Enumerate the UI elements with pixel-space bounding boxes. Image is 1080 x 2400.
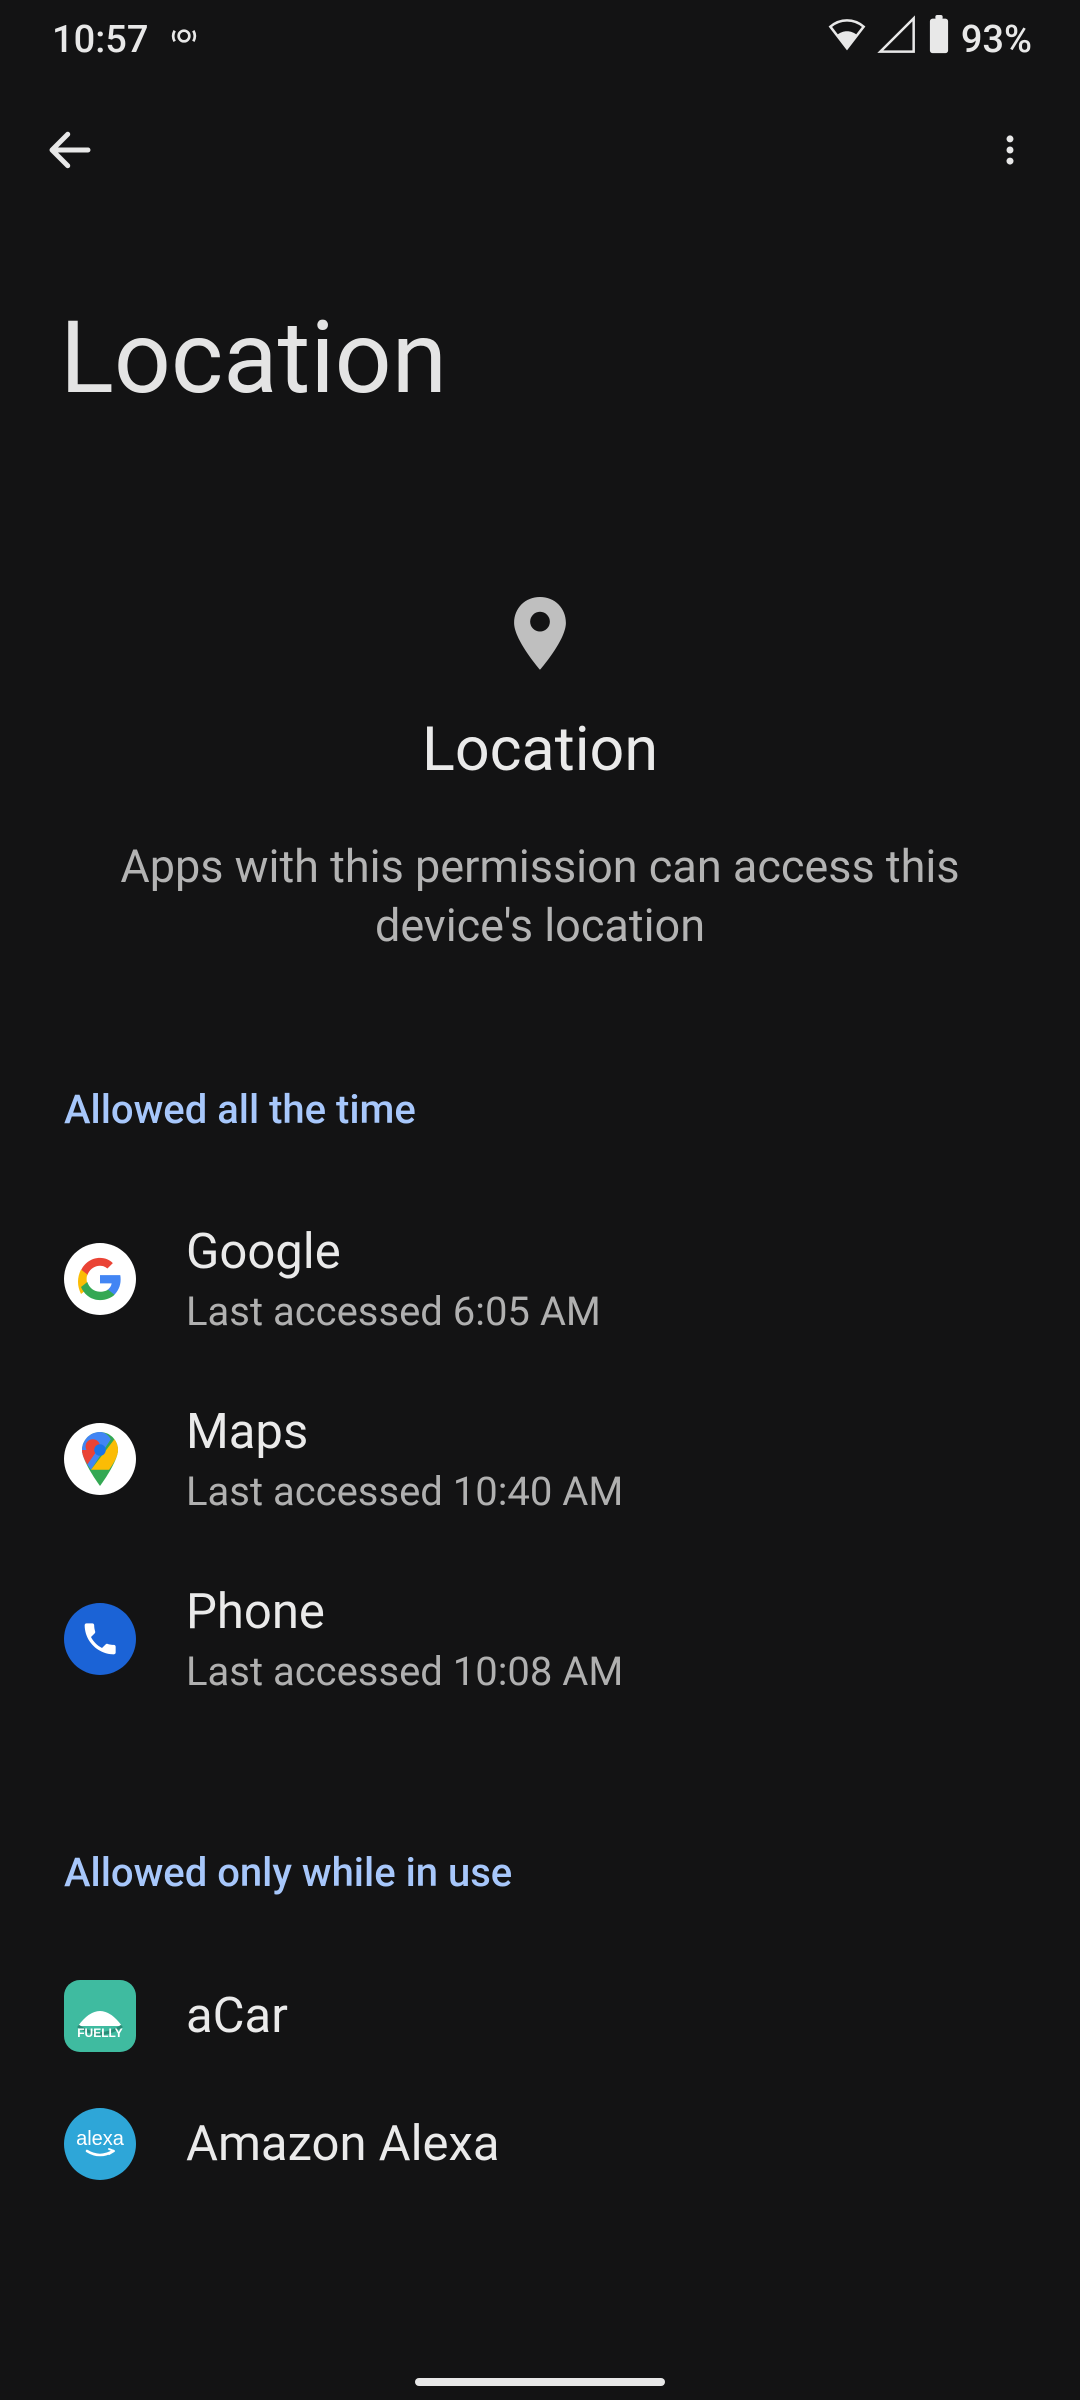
section-allowed-all: Allowed all the time	[0, 1086, 1080, 1133]
maps-app-icon	[64, 1423, 136, 1495]
signal-icon	[877, 15, 917, 65]
battery-icon	[927, 15, 951, 65]
app-sub-label: Last accessed 6:05 AM	[186, 1288, 601, 1335]
app-text: Amazon Alexa	[186, 2115, 500, 2172]
allowed-all-list: Google Last accessed 6:05 AM Maps Last a…	[0, 1189, 1080, 1729]
location-pin-icon	[510, 597, 570, 675]
app-row-maps[interactable]: Maps Last accessed 10:40 AM	[0, 1369, 1080, 1549]
app-name-label: aCar	[186, 1987, 288, 2044]
hero-description: Apps with this permission can access thi…	[80, 837, 1000, 956]
google-app-icon	[64, 1243, 136, 1315]
status-battery-pct: 93%	[961, 18, 1032, 62]
arrow-back-icon	[43, 123, 97, 177]
app-text: Google Last accessed 6:05 AM	[186, 1223, 601, 1335]
cast-icon	[168, 18, 200, 62]
app-name-label: Phone	[186, 1583, 623, 1640]
svg-text:FUELLY: FUELLY	[77, 2026, 123, 2040]
app-text: aCar	[186, 1987, 288, 2044]
app-row-google[interactable]: Google Last accessed 6:05 AM	[0, 1189, 1080, 1369]
back-button[interactable]	[40, 120, 100, 180]
app-sub-label: Last accessed 10:08 AM	[186, 1648, 623, 1695]
page-title: Location	[0, 80, 1080, 417]
app-sub-label: Last accessed 10:40 AM	[186, 1468, 623, 1515]
more-vert-icon	[991, 126, 1029, 174]
hero-title: Location	[422, 713, 658, 785]
app-row-alexa[interactable]: alexa Amazon Alexa	[0, 2080, 1080, 2208]
fuelly-app-icon: FUELLY	[64, 1980, 136, 2052]
wifi-icon	[827, 15, 867, 65]
phone-app-icon	[64, 1603, 136, 1675]
alexa-app-icon: alexa	[64, 2108, 136, 2180]
app-row-acar[interactable]: FUELLY aCar	[0, 1952, 1080, 2080]
hero-section: Location Apps with this permission can a…	[0, 417, 1080, 956]
app-name-label: Maps	[186, 1403, 623, 1460]
status-left: 10:57	[52, 18, 200, 62]
more-button[interactable]	[980, 120, 1040, 180]
app-text: Maps Last accessed 10:40 AM	[186, 1403, 623, 1515]
gesture-nav-handle[interactable]	[415, 2378, 665, 2386]
status-time: 10:57	[52, 18, 148, 62]
svg-text:alexa: alexa	[76, 2128, 125, 2150]
app-text: Phone Last accessed 10:08 AM	[186, 1583, 623, 1695]
status-right: 93%	[827, 15, 1032, 65]
app-name-label: Google	[186, 1223, 601, 1280]
allowed-while-list: FUELLY aCar alexa Amazon Alexa	[0, 1952, 1080, 2208]
app-row-phone[interactable]: Phone Last accessed 10:08 AM	[0, 1549, 1080, 1729]
section-allowed-while: Allowed only while in use	[0, 1849, 1080, 1896]
app-name-label: Amazon Alexa	[186, 2115, 500, 2172]
status-bar: 10:57 93%	[0, 0, 1080, 80]
